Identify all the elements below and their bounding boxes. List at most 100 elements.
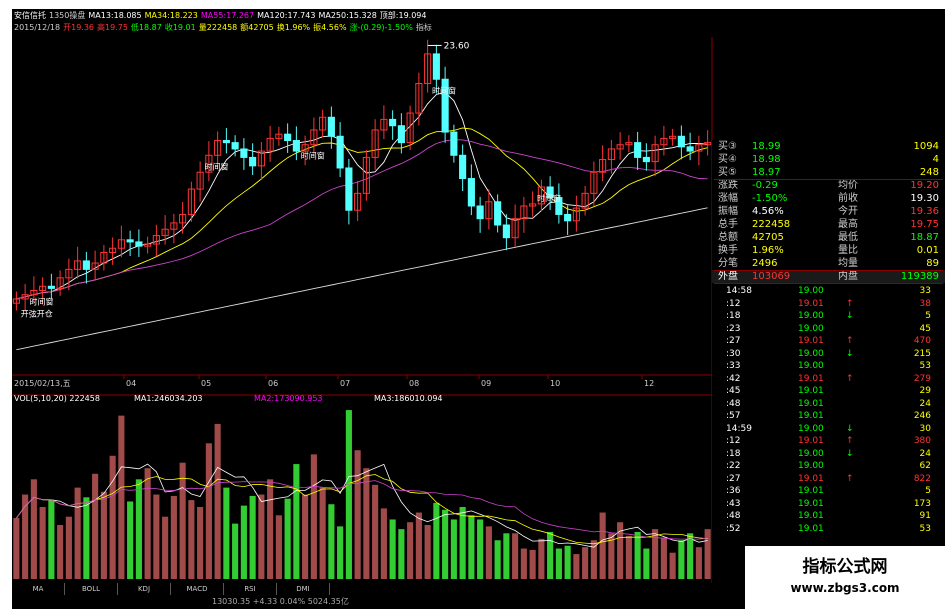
quote-row: 买⑤ 18.97 248 [712,166,945,179]
quote-value-2: 119389 [900,271,939,282]
volume-bar [92,473,99,579]
tick-time: :18 [726,311,741,321]
header-item: 顶部:19.094 [379,11,427,20]
candle-body [126,239,134,243]
signal-label: 时间窗 [301,151,325,161]
date-tick-label: 04 [126,379,136,388]
volume-bar [704,529,711,579]
volume-bar [153,494,160,579]
tick-row: :42 19.01 ↑ 279 [712,373,945,386]
volume-bar [345,410,352,579]
tick-price: 19.00 [798,448,824,459]
volume-bar [170,495,177,579]
volume-bar [144,468,151,579]
tick-time: :42 [726,373,741,384]
candle-body [292,140,300,152]
site-watermark: 指标公式网 www.zbgs3.com [745,546,945,609]
tick-time: :12 [726,298,741,309]
quote-value: -0.29 [752,180,778,191]
quote-row: 总额 42705 最低 18.87 [712,231,945,244]
quote-label-2: 最低 [838,232,858,243]
date-tick-label: 05 [201,379,211,388]
quote-label: 总额 [718,232,738,243]
tick-row: :45 19.01 29 [712,385,945,398]
volume-bar [669,552,676,579]
chart-area[interactable]: 18.0016.0014.0012.0010.008.002015/02/13,… [12,37,745,583]
tick-volume: 5 [925,311,931,321]
tick-volume: 30 [919,423,931,434]
tick-price: 19.01 [798,473,824,484]
volume-bar [232,523,239,579]
volume-bar [57,525,64,579]
quote-label: 买⑤ [718,167,737,178]
volume-bar [485,526,492,579]
quote-label-2: 今开 [838,206,858,217]
tab-kdj[interactable]: KDJ [118,583,171,595]
quote-label: 总手 [718,219,738,230]
volume-indicator-label: VOL(5,10,20) 222458 [14,394,100,403]
tab-macd[interactable]: MACD [171,583,224,595]
tick-volume: 279 [913,373,931,384]
volume-bar [442,509,449,579]
volume-bar [477,519,484,579]
tab-rsi[interactable]: RSI [224,583,277,595]
header-item: 换1.96% [276,23,311,32]
tick-row: 14:59 19.00 ↓ 30 [712,423,945,436]
volume-bar [258,494,265,579]
volume-bar [634,531,641,579]
tick-price: 19.00 [798,461,824,471]
quote-row: 换手 1.96% 量比 0.01 [712,244,945,257]
tick-row: :43 19.01 173 [712,498,945,511]
volume-bar [687,533,694,579]
tick-price: 19.01 [798,298,824,309]
volume-bar [363,468,370,579]
tab-boll[interactable]: BOLL [65,583,118,595]
volume-bar [302,494,309,579]
volume-bar [249,495,256,579]
quote-label: 换手 [718,245,738,256]
quote-value: 18.97 [752,167,781,178]
date-tick-label: 12 [644,379,654,388]
candle-body [231,142,239,150]
tick-price: 19.00 [798,423,824,434]
tick-time: :30 [726,348,741,359]
volume-bar [83,497,90,579]
tick-volume: 5 [925,486,931,496]
tick-price: 19.01 [798,498,824,509]
quote-label-2: 最高 [838,219,858,230]
volume-bar [573,554,580,579]
tick-row: :22 19.00 62 [712,460,945,473]
volume-bar [328,504,335,579]
volume-bar [643,548,650,579]
header-item: 指标 [415,23,432,32]
quote-label: 买④ [718,154,737,165]
volume-bar [582,547,589,579]
volume-bar [652,529,659,579]
tick-row: :12 19.01 ↑ 38 [712,298,945,311]
quote-divider [714,270,943,271]
quote-divider [714,179,943,180]
candle-body [389,118,397,127]
ma250-line [16,207,708,351]
quote-row: 外盘 103069 内盘 119389 [712,270,945,283]
tick-price: 19.01 [798,486,824,496]
tick-row: :48 19.01 24 [712,398,945,411]
tick-row: :30 19.00 ↓ 215 [712,348,945,361]
candle-body [564,213,572,222]
volume-bar [13,518,20,579]
tick-time: :57 [726,411,741,421]
tab-dmi[interactable]: DMI [277,583,330,595]
candle-body [677,135,685,148]
tick-volume: 38 [919,298,931,309]
volume-bar [39,507,46,579]
candle-body [240,148,248,158]
quote-value-2: 89 [926,258,939,269]
quote-label: 分笔 [718,258,738,269]
signal-label: 时间窗 [537,193,561,203]
tab-ma[interactable]: MA [12,583,65,595]
tick-volume: 53 [919,361,931,371]
tick-price: 19.01 [798,336,824,346]
volume-bar [389,519,396,579]
quote-value: 222458 [752,219,791,230]
quote-label: 外盘 [718,271,738,282]
